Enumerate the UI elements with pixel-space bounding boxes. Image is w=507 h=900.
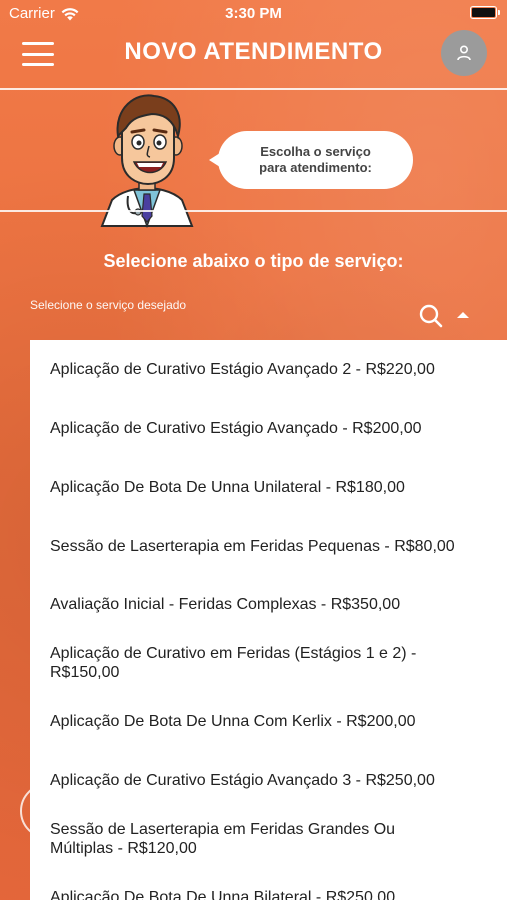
bubble-text-line-2: para atendimento: [259, 160, 372, 175]
doctor-mascot-illustration [100, 94, 194, 228]
user-icon [457, 45, 471, 61]
divider-top [0, 88, 507, 90]
service-option[interactable]: Aplicação de Curativo Estágio Avançado 2… [50, 360, 499, 379]
service-option[interactable]: Aplicação de Curativo em Feridas (Estági… [50, 644, 499, 682]
service-option[interactable]: Sessão de Laserterapia em Feridas Pequen… [50, 537, 499, 556]
nav-header: NOVO ATENDIMENTO [0, 28, 507, 88]
service-section-title: Selecione abaixo o tipo de serviço: [103, 251, 404, 271]
caret-up-icon[interactable] [457, 312, 469, 318]
status-time: 3:30 PM [225, 5, 282, 22]
profile-button[interactable] [441, 30, 487, 76]
service-option[interactable]: Aplicação De Bota De Unna Bilateral - R$… [50, 888, 499, 900]
service-option[interactable]: Avaliação Inicial - Feridas Complexas - … [50, 595, 499, 614]
service-option[interactable]: Aplicação De Bota De Unna Com Kerlix - R… [50, 712, 499, 731]
status-right [470, 6, 500, 19]
bubble-text-line-1: Escolha o serviço [260, 144, 371, 159]
service-option[interactable]: Aplicação de Curativo Estágio Avançado 3… [50, 771, 499, 790]
service-select-placeholder[interactable]: Selecione o serviço desejado [30, 298, 186, 312]
page-title: NOVO ATENDIMENTO [124, 38, 383, 65]
battery-icon [470, 6, 500, 19]
service-option[interactable]: Sessão de Laserterapia em Feridas Grande… [50, 820, 499, 858]
divider-bottom [0, 210, 507, 212]
service-option[interactable]: Aplicação de Curativo Estágio Avançado -… [50, 419, 499, 438]
service-dropdown-list[interactable]: Aplicação de Curativo Estágio Avançado 2… [30, 340, 507, 900]
service-option[interactable]: Aplicação De Bota De Unna Unilateral - R… [50, 478, 499, 497]
status-bar: Carrier 3:30 PM [0, 0, 507, 28]
search-icon[interactable] [418, 303, 444, 329]
speech-bubble: Escolha o serviço para atendimento: [209, 131, 413, 189]
